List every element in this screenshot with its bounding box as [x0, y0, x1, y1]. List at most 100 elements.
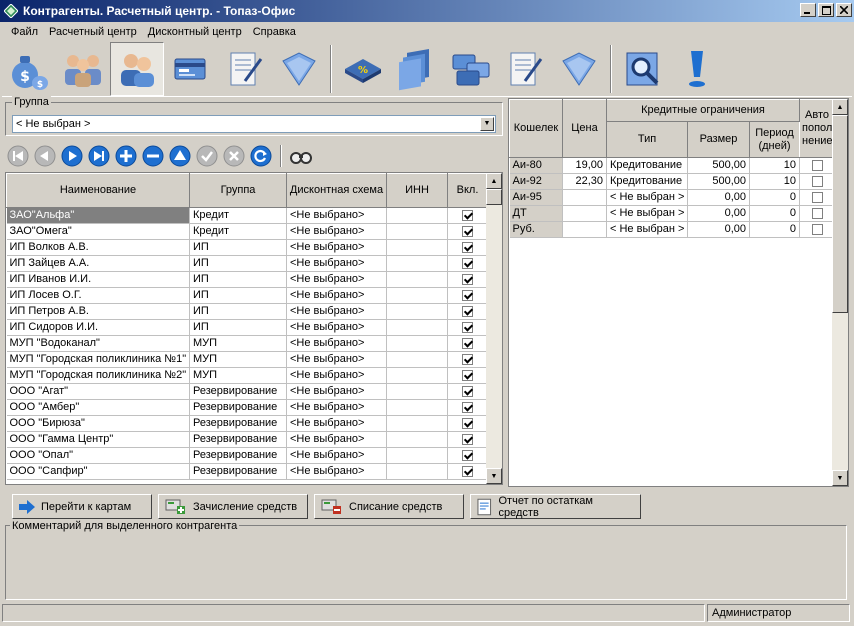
table-row[interactable]: ООО "Сапфир" Резервирование <Не выбрано>: [6, 463, 488, 480]
cell-name[interactable]: ИП Иванов И.И.: [6, 271, 190, 288]
table-row[interactable]: Руб. < Не выбран >0,00 0: [509, 221, 836, 238]
cell-price[interactable]: [562, 221, 607, 238]
menu-file[interactable]: Файл: [6, 26, 44, 38]
cell-inn[interactable]: [386, 383, 448, 400]
column-header-period[interactable]: Период (дней): [748, 121, 801, 158]
find-icon[interactable]: [289, 144, 313, 168]
comment-box[interactable]: Комментарий для выделенного контрагента: [5, 520, 847, 600]
checkbox-unchecked-icon[interactable]: [811, 207, 823, 219]
cell-name[interactable]: ООО "Агат": [6, 383, 190, 400]
cell-wallet[interactable]: ДТ: [509, 205, 563, 222]
checkbox-checked-icon[interactable]: [462, 353, 473, 365]
table-row[interactable]: ЗАО"Омега" Кредит <Не выбрано>: [6, 223, 488, 240]
checkbox-unchecked-icon[interactable]: [811, 175, 823, 187]
cell-discount[interactable]: <Не выбрано>: [286, 223, 387, 240]
cell-discount[interactable]: <Не выбрано>: [286, 399, 387, 416]
chevron-down-icon[interactable]: ▼: [480, 117, 494, 131]
cell-price[interactable]: 22,30: [562, 173, 607, 190]
cell-inn[interactable]: [386, 367, 448, 384]
scroll-down-icon[interactable]: ▼: [486, 468, 502, 484]
next-record-icon[interactable]: [60, 144, 84, 168]
cell-inn[interactable]: [386, 303, 448, 320]
checkbox-checked-icon[interactable]: [462, 369, 473, 381]
table-row[interactable]: ИП Сидоров И.И. ИП <Не выбрано>: [6, 319, 488, 336]
refresh-icon[interactable]: [249, 144, 273, 168]
cell-inn[interactable]: [386, 399, 448, 416]
table-row[interactable]: ООО "Гамма Центр" Резервирование <Не выбра…: [6, 431, 488, 448]
cell-group[interactable]: Резервирование: [189, 431, 287, 448]
cell-discount[interactable]: <Не выбрано>: [286, 463, 387, 480]
cell-name[interactable]: ЗАО"Омега": [6, 223, 190, 240]
cell-group[interactable]: Резервирование: [189, 383, 287, 400]
cell-enabled[interactable]: [447, 239, 488, 256]
checkbox-checked-icon[interactable]: [462, 433, 473, 445]
cell-group[interactable]: ИП: [189, 255, 287, 272]
cell-enabled[interactable]: [447, 319, 488, 336]
cell-discount[interactable]: <Не выбрано>: [286, 351, 387, 368]
debit-funds-button[interactable]: Списание средств: [314, 494, 464, 519]
cell-enabled[interactable]: [447, 351, 488, 368]
cell-name[interactable]: ИП Лосев О.Г.: [6, 287, 190, 304]
menu-settlement-center[interactable]: Расчетный центр: [44, 26, 143, 38]
cell-size[interactable]: 500,00: [687, 157, 750, 174]
cell-auto-refill[interactable]: [799, 173, 836, 190]
scroll-up-icon[interactable]: ▲: [486, 173, 502, 189]
checkbox-checked-icon[interactable]: [462, 273, 473, 285]
column-header-enabled[interactable]: Вкл.: [447, 173, 488, 208]
balance-report-button[interactable]: Отчет по остаткам средств: [470, 494, 641, 519]
cell-inn[interactable]: [386, 351, 448, 368]
checkbox-checked-icon[interactable]: [462, 465, 473, 477]
edit-record-icon[interactable]: [168, 144, 192, 168]
cell-price[interactable]: [562, 189, 607, 206]
cell-name[interactable]: МУП "Водоканал": [6, 335, 190, 352]
cell-discount[interactable]: <Не выбрано>: [286, 207, 387, 224]
scroll-down-icon[interactable]: ▼: [832, 470, 848, 486]
cell-group[interactable]: Кредит: [189, 207, 287, 224]
table-row[interactable]: ИП Иванов И.И. ИП <Не выбрано>: [6, 271, 488, 288]
cell-enabled[interactable]: [447, 383, 488, 400]
minimize-button[interactable]: [800, 3, 816, 17]
cell-inn[interactable]: [386, 415, 448, 432]
cell-auto-refill[interactable]: [799, 221, 836, 238]
column-header-size[interactable]: Размер: [687, 121, 750, 158]
cell-enabled[interactable]: [447, 303, 488, 320]
cell-group[interactable]: Резервирование: [189, 415, 287, 432]
checkbox-checked-icon[interactable]: [462, 321, 473, 333]
add-record-icon[interactable]: [114, 144, 138, 168]
cell-group[interactable]: МУП: [189, 351, 287, 368]
cell-auto-refill[interactable]: [799, 157, 836, 174]
group-select[interactable]: < Не выбран > ▼: [12, 115, 496, 133]
cell-name[interactable]: МУП "Городская поликлиника №1": [6, 351, 190, 368]
cell-name[interactable]: ИП Зайцев А.А.: [6, 255, 190, 272]
toolbar-document-button[interactable]: [218, 42, 272, 96]
table-row[interactable]: ООО "Амбер" Резервирование <Не выбрано>: [6, 399, 488, 416]
column-header-auto-refill[interactable]: Авто попол нение: [799, 99, 836, 158]
cell-period[interactable]: 0: [749, 189, 801, 206]
checkbox-unchecked-icon[interactable]: [811, 223, 823, 235]
cell-wallet[interactable]: Аи-92: [509, 173, 563, 190]
cell-enabled[interactable]: [447, 335, 488, 352]
cell-name[interactable]: ИП Сидоров И.И.: [6, 319, 190, 336]
column-header-name[interactable]: Наименование: [6, 173, 190, 208]
cell-group[interactable]: ИП: [189, 319, 287, 336]
toolbar-alert-button[interactable]: [670, 42, 724, 96]
table-row[interactable]: ИП Петров А.В. ИП <Не выбрано>: [6, 303, 488, 320]
scroll-up-icon[interactable]: ▲: [832, 99, 848, 115]
checkbox-unchecked-icon[interactable]: [811, 159, 823, 171]
cell-group[interactable]: МУП: [189, 335, 287, 352]
scroll-thumb[interactable]: [832, 115, 848, 313]
checkbox-checked-icon[interactable]: [462, 449, 473, 461]
cell-wallet[interactable]: Аи-80: [509, 157, 563, 174]
cell-enabled[interactable]: [447, 271, 488, 288]
table-row[interactable]: Аи-80 19,00 Кредитование 500,00 10: [509, 157, 836, 174]
table-row[interactable]: МУП "Городская поликлиника №2" МУП <Не выб…: [6, 367, 488, 384]
toolbar-folder-blue-button[interactable]: [552, 42, 606, 96]
checkbox-checked-icon[interactable]: [462, 385, 473, 397]
cell-period[interactable]: 0: [749, 221, 801, 238]
cell-discount[interactable]: <Не выбрано>: [286, 383, 387, 400]
cell-discount[interactable]: <Не выбрано>: [286, 335, 387, 352]
cell-discount[interactable]: <Не выбрано>: [286, 415, 387, 432]
cell-price[interactable]: [562, 205, 607, 222]
cell-type[interactable]: < Не выбран >: [606, 205, 688, 222]
cell-inn[interactable]: [386, 239, 448, 256]
